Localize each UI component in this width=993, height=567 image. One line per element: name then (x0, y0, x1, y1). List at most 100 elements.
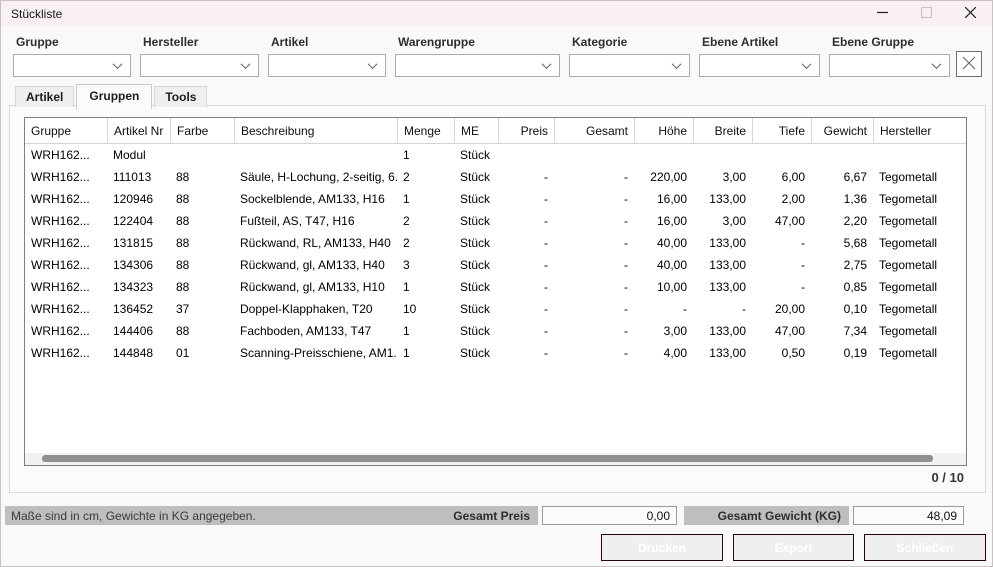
maximize-icon (920, 5, 932, 23)
cell: Stück (460, 302, 491, 316)
chevron-down-icon (801, 59, 812, 70)
filter-label-hersteller: Hersteller (143, 35, 199, 49)
cell: Tegometall (879, 214, 938, 228)
total-price-value: 0,00 (542, 506, 677, 525)
table-body: WRH162... Modul 1 Stück WRH162... 111013 88 Säu… (25, 144, 966, 364)
export-button[interactable]: Export (733, 534, 854, 561)
cell: 88 (176, 236, 190, 250)
clear-filters-button[interactable] (956, 51, 982, 77)
maximize-button[interactable] (904, 1, 948, 26)
cell: Modul (113, 148, 146, 162)
column-header-preis[interactable]: Preis (498, 118, 554, 143)
cell: 0,19 (843, 346, 867, 360)
column-header-gewicht[interactable]: Gewicht (811, 118, 873, 143)
column-header-farbe[interactable]: Farbe (170, 118, 234, 143)
cell: - (624, 170, 628, 184)
table-row[interactable]: WRH162... 136452 37 Doppel-Klapphaken, T20 1… (25, 298, 966, 320)
tab-artikel[interactable]: Artikel (15, 86, 75, 107)
table-row[interactable]: WRH162... 131815 88 Rückwand, RL, AM133, H4… (25, 232, 966, 254)
cell: Stück (460, 148, 491, 162)
cell: 37 (176, 302, 190, 316)
filter-combo-gruppe[interactable] (13, 54, 131, 77)
cell: 40,00 (656, 236, 687, 250)
filter-combo-hersteller[interactable] (140, 54, 259, 77)
filter-field-warengruppe: Warengruppe (395, 35, 560, 77)
filter-field-hersteller: Hersteller (140, 35, 259, 77)
scrollbar-thumb[interactable] (42, 455, 933, 462)
column-header-tiefe[interactable]: Tiefe (752, 118, 811, 143)
column-header-artikel-nr[interactable]: Artikel Nr (107, 118, 170, 143)
column-header-hersteller[interactable]: Hersteller (873, 118, 966, 143)
table-row[interactable]: WRH162... 122404 88 Fußteil, AS, T47, H16 2 S… (25, 210, 966, 232)
cell: 1 (403, 192, 410, 206)
table-row[interactable]: WRH162... 144406 88 Fachboden, AM133, T47 1 S… (25, 320, 966, 342)
horizontal-scrollbar[interactable] (25, 453, 966, 465)
tab-tools[interactable]: Tools (154, 86, 208, 107)
cell: 16,00 (656, 214, 687, 228)
table-row[interactable]: WRH162... 144848 01 Scanning-Preisschiene, … (25, 342, 966, 364)
filter-label-ebene-gruppe: Ebene Gruppe (832, 35, 915, 49)
column-header-beschreibung[interactable]: Beschreibung (234, 118, 397, 143)
cell (234, 144, 397, 166)
cell: - (683, 302, 687, 316)
cell: Stück (460, 214, 491, 228)
cell: - (624, 302, 628, 316)
table-row[interactable]: WRH162... 120946 88 Sockelblende, AM133, H1… (25, 188, 966, 210)
minimize-button[interactable] (860, 1, 904, 26)
total-weight-label: Gesamt Gewicht (KG) (717, 508, 841, 523)
cell: 133,00 (709, 192, 746, 206)
table-row[interactable]: WRH162... 134306 88 Rückwand, gl, AM133, H4… (25, 254, 966, 276)
cell: Stück (460, 258, 491, 272)
parts-table: Gruppe Artikel Nr Farbe Beschreibung Menge ME… (24, 117, 967, 466)
column-header-menge[interactable]: Menge (397, 118, 454, 143)
window-title: Stückliste (11, 6, 63, 21)
cell: - (544, 214, 548, 228)
cell: Tegometall (879, 192, 938, 206)
cell: 1 (403, 280, 410, 294)
cell: Tegometall (879, 258, 938, 272)
close-button[interactable]: Schließen (864, 534, 986, 561)
cell (170, 144, 234, 166)
cell: 0,50 (781, 346, 805, 360)
cell: Doppel-Klapphaken, T20 (240, 302, 373, 316)
tab-gruppen[interactable]: Gruppen (76, 84, 153, 109)
cell: - (624, 280, 628, 294)
filter-combo-ebene-gruppe[interactable] (829, 54, 950, 77)
filter-row: Gruppe Hersteller Artikel Warengruppe Katego… (13, 35, 950, 77)
table-row[interactable]: WRH162... 111013 88 Säule, H-Lochung, 2-sei… (25, 166, 966, 188)
close-window-button[interactable] (948, 1, 992, 26)
tabstrip: Artikel Gruppen Tools (15, 84, 209, 109)
cell: 1 (403, 324, 410, 338)
column-header-breite[interactable]: Breite (693, 118, 752, 143)
cell: Tegometall (879, 280, 938, 294)
column-header-gesamt[interactable]: Gesamt (554, 118, 634, 143)
column-header-h-he[interactable]: Höhe (634, 118, 693, 143)
cell: 3 (403, 258, 410, 272)
filter-combo-ebene-artikel[interactable] (699, 54, 820, 77)
cell: Stück (460, 346, 491, 360)
cell: 2 (403, 170, 410, 184)
table-row[interactable]: WRH162... Modul 1 Stück (25, 144, 966, 166)
cell: 88 (176, 280, 190, 294)
cell: 88 (176, 192, 190, 206)
column-header-gruppe[interactable]: Gruppe (25, 118, 107, 143)
cell (498, 144, 554, 166)
chevron-down-icon (541, 59, 552, 70)
filter-combo-kategorie[interactable] (569, 54, 690, 77)
filter-field-artikel: Artikel (268, 35, 386, 77)
column-header-me[interactable]: ME (454, 118, 498, 143)
print-button[interactable]: Drucken (601, 534, 723, 561)
table-row[interactable]: WRH162... 134323 88 Rückwand, gl, AM133, H1… (25, 276, 966, 298)
cell: 133,00 (709, 258, 746, 272)
cell: 220,00 (650, 170, 687, 184)
minimize-icon (876, 5, 888, 23)
filter-combo-artikel[interactable] (268, 54, 386, 77)
cell: 1 (403, 346, 410, 360)
cell: WRH162... (31, 170, 90, 184)
filter-combo-warengruppe[interactable] (395, 54, 560, 77)
cell: 88 (176, 258, 190, 272)
filter-field-ebene-artikel: Ebene Artikel (699, 35, 820, 77)
cell: - (624, 236, 628, 250)
cell: - (624, 346, 628, 360)
filter-area: Gruppe Hersteller Artikel Warengruppe Katego… (13, 35, 982, 77)
